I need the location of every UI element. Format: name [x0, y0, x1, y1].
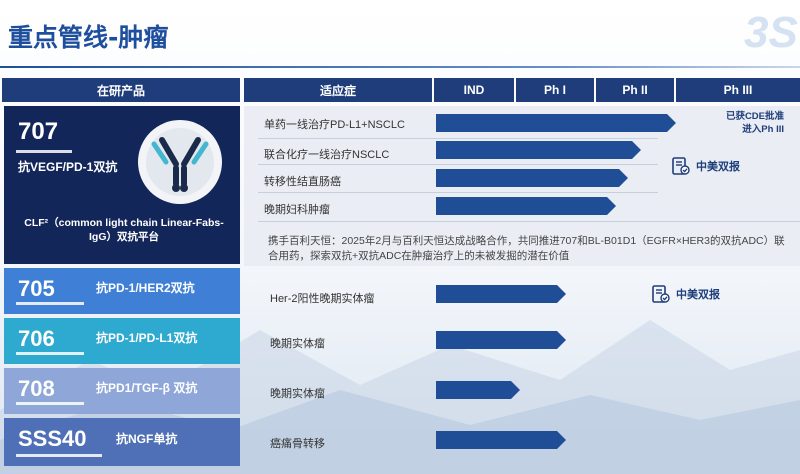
header-ind: IND	[434, 78, 514, 102]
header-product: 在研产品	[2, 78, 240, 102]
partnership-note: 携手百利天恒：2025年2月与百利天恒达成战略合作，共同推进707和BL-B01…	[268, 235, 785, 262]
progress-bar-707-4	[436, 197, 616, 215]
title-divider	[0, 66, 800, 68]
cde-note-line1: 已获CDE批准	[725, 111, 784, 122]
code-underline	[16, 302, 84, 305]
product-code: 707	[18, 118, 59, 145]
dual-filing-badge-705: 中美双报	[650, 284, 720, 304]
product-description: 抗PD1/TGF-β 双抗	[96, 381, 198, 395]
progress-bar-707-3	[436, 169, 628, 187]
code-underline	[16, 402, 84, 405]
code-underline	[16, 150, 72, 153]
indication-706-1: 晚期实体瘤	[270, 338, 325, 350]
product-card-705[interactable]: 705 抗PD-1/HER2双抗	[4, 268, 240, 314]
indication-707-2: 联合化疗一线治疗NSCLC	[264, 149, 390, 161]
code-underline	[16, 454, 102, 457]
product-code: 706	[18, 326, 55, 351]
header-ph2: Ph II	[596, 78, 674, 102]
code-underline	[16, 352, 84, 355]
document-check-icon	[652, 285, 670, 303]
product-description: 抗PD-1/PD-L1双抗	[96, 331, 198, 345]
header-ph1: Ph I	[516, 78, 594, 102]
row-divider	[258, 138, 658, 139]
product-card-sss40[interactable]: SSS40 抗NGF单抗	[4, 418, 240, 466]
row-divider	[258, 164, 658, 165]
indication-707-1: 单药一线治疗PD-L1+NSCLC	[264, 119, 405, 131]
header-ph3: Ph III	[676, 78, 800, 102]
product-description: 抗PD-1/HER2双抗	[96, 281, 195, 295]
indication-707-4: 晚期妇科肿瘤	[264, 204, 330, 216]
product-card-708[interactable]: 708 抗PD1/TGF-β 双抗	[4, 368, 240, 414]
indication-705-1: Her-2阳性晚期实体瘤	[270, 293, 375, 305]
product-card-706[interactable]: 706 抗PD-1/PD-L1双抗	[4, 318, 240, 364]
platform-description: CLF²（common light chain Linear-Fabs-IgG）…	[24, 217, 224, 243]
indication-708-1: 晚期实体瘤	[270, 388, 325, 400]
progress-bar-706-1	[436, 331, 566, 349]
product-description: 抗NGF单抗	[116, 432, 178, 446]
indication-707-3: 转移性结直肠癌	[264, 176, 341, 188]
product-description: 抗VEGF/PD-1双抗	[18, 160, 118, 174]
dual-filing-label: 中美双报	[696, 161, 740, 173]
progress-bar-705-1	[436, 285, 566, 303]
product-code: 708	[18, 376, 55, 401]
row-divider	[258, 221, 800, 222]
cde-approval-note: 已获CDE批准 进入Ph III	[680, 110, 784, 136]
progress-bar-sss40-1	[436, 431, 566, 449]
row-divider	[258, 192, 658, 193]
product-card-707[interactable]: 707 抗VEGF/PD-1双抗 CLF²（common light chain…	[4, 106, 240, 264]
dual-filing-label: 中美双报	[676, 289, 720, 301]
page-title: 重点管线-肿瘤	[8, 23, 169, 52]
header-indication: 适应症	[244, 78, 432, 102]
product-code: 705	[18, 276, 55, 301]
dual-filing-badge-707: 中美双报	[670, 156, 740, 176]
progress-bar-708-1	[436, 381, 520, 399]
progress-bar-707-2	[436, 141, 641, 159]
indication-sss40-1: 癌痛骨转移	[270, 438, 325, 450]
product-code: SSS40	[18, 426, 87, 451]
antibody-icon	[138, 120, 222, 204]
company-logo: 3S	[744, 8, 798, 57]
progress-bar-707-1	[436, 114, 676, 132]
document-check-icon	[672, 157, 690, 175]
cde-note-line2: 进入Ph III	[742, 124, 784, 135]
